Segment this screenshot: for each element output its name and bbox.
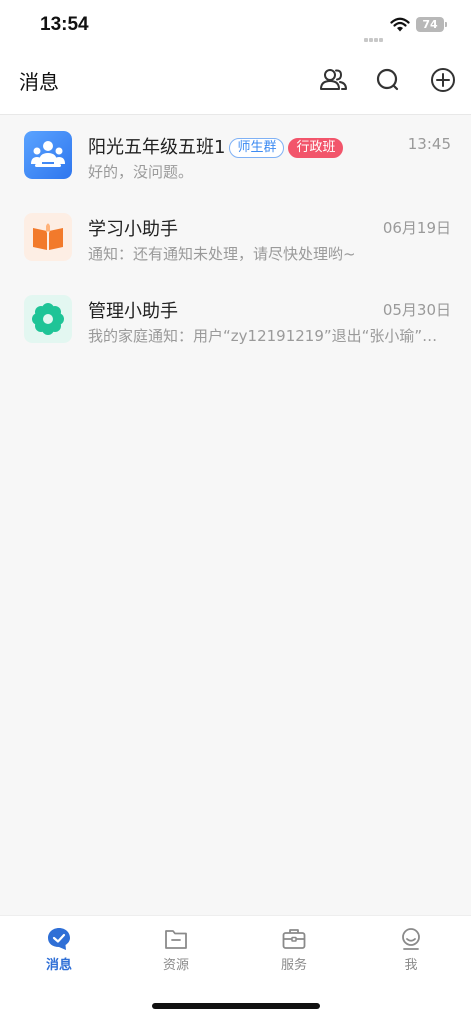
nav-header: 消息 <box>0 50 471 115</box>
briefcase-icon <box>282 929 306 949</box>
conversation-title: 管理小助手 <box>88 301 178 322</box>
conversation-time: 13:45 <box>407 135 451 153</box>
tab-label: 我 <box>404 958 418 973</box>
page-title: 消息 <box>19 70 59 94</box>
conversation-preview: 通知：还有通知未处理，请尽快处理哟~ <box>88 245 356 263</box>
group-people-icon <box>24 131 72 179</box>
conversation-item[interactable]: 管理小助手 05月30日 我的家庭通知：用户“zy12191219”退出“张小瑜… <box>0 279 471 361</box>
conversation-preview: 我的家庭通知：用户“zy12191219”退出“张小瑜”… <box>88 327 438 345</box>
message-icon <box>48 928 70 950</box>
home-indicator <box>152 1003 320 1009</box>
folder-icon <box>165 930 187 949</box>
cellular-signal-icon <box>364 27 384 42</box>
tag-admin-class: 行政班 <box>288 138 344 158</box>
conversation-time: 05月30日 <box>382 301 451 319</box>
conversation-preview: 好的，没问题。 <box>88 163 194 181</box>
battery-icon: 74 <box>416 17 444 32</box>
tab-label: 服务 <box>280 958 307 973</box>
tab-messages[interactable]: 消息 <box>19 926 99 973</box>
battery-tip <box>445 22 447 27</box>
search-icon[interactable] <box>372 64 404 96</box>
conversation-title: 阳光五年级五班1 <box>88 137 226 158</box>
conversation-list: 阳光五年级五班1 师生群 行政班 13:45 好的，没问题。 学习小助手 06月19… <box>0 115 471 361</box>
add-icon[interactable] <box>427 64 459 96</box>
status-time: 13:54 <box>40 14 89 35</box>
status-bar: 13:54 74 <box>0 0 471 50</box>
book-icon <box>24 213 72 261</box>
conversation-time: 06月19日 <box>382 219 451 237</box>
conversation-item[interactable]: 学习小助手 06月19日 通知：还有通知未处理，请尽快处理哟~ <box>0 197 471 279</box>
conversation-title: 学习小助手 <box>88 219 178 240</box>
conversation-name: 阳光五年级五班1 师生群 行政班 <box>88 133 344 159</box>
tab-label: 消息 <box>45 958 72 973</box>
wifi-icon <box>390 17 410 32</box>
tab-me[interactable]: 我 <box>371 926 451 973</box>
tab-label: 资源 <box>162 958 189 973</box>
gear-flower-icon <box>24 295 72 343</box>
tab-services[interactable]: 服务 <box>254 926 334 973</box>
battery-level: 74 <box>422 18 438 31</box>
tab-resources[interactable]: 资源 <box>136 926 216 973</box>
profile-icon <box>402 928 420 950</box>
conversation-item[interactable]: 阳光五年级五班1 师生群 行政班 13:45 好的，没问题。 <box>0 115 471 197</box>
tag-teacher-student-group: 师生群 <box>229 138 285 158</box>
contacts-icon[interactable] <box>317 64 349 96</box>
